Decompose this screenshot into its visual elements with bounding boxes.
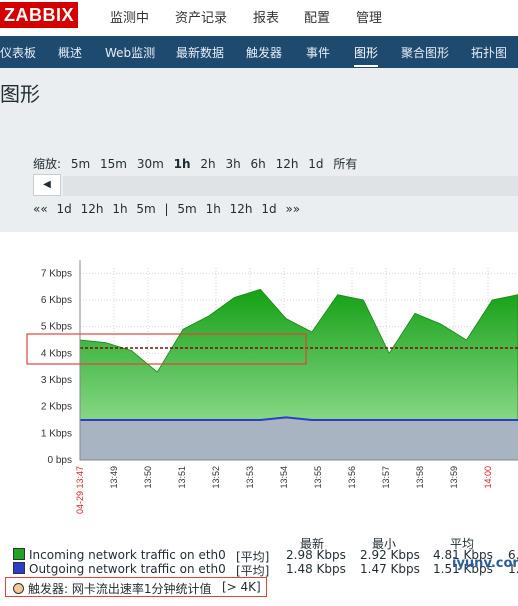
zoom-12h[interactable]: 12h [276,157,299,171]
zabbix-logo[interactable]: ZABBIX [0,2,78,28]
y-tick-label: 7 Kbps [41,268,72,279]
zoom-all[interactable]: 所有 [333,157,357,171]
scroll-left-button[interactable]: ◀ [33,174,61,196]
x-tick-label: 04-29 13:47 [75,466,85,514]
x-tick-label: 13:53 [245,466,255,489]
zoom-1h[interactable]: 1h [174,157,191,171]
period-separator: | [164,202,169,216]
zoom-15m[interactable]: 15m [100,157,127,171]
x-tick-label: 13:50 [143,466,153,489]
legend-row-trigger: 触发器: 网卡流出速率1分钟统计值 [13,580,212,597]
subnav-maps[interactable]: 拓扑图 [471,44,507,61]
menu-monitoring[interactable]: 监测中 [110,7,149,26]
subnav-events[interactable]: 事件 [306,44,330,61]
y-tick-label: 1 Kbps [41,428,72,439]
legend-min-outgoing: 1.47 Kbps [360,562,420,576]
legend-last-incoming: 2.98 Kbps [286,548,346,562]
x-tick-label: 13:55 [313,466,323,489]
y-tick-label: 2 Kbps [41,402,72,413]
title-bar: 图形 [0,68,518,120]
x-tick-label: 13:51 [177,466,187,489]
series-outgoing-area [80,417,518,460]
menu-configuration[interactable]: 配置 [304,7,330,26]
trigger-dot-icon [13,583,24,594]
zoom-30m[interactable]: 30m [137,157,164,171]
y-tick-label: 4 Kbps [41,348,72,359]
y-tick-label: 0 bps [48,455,72,466]
subnav-screens[interactable]: 聚合图形 [401,44,449,61]
y-tick-label: 6 Kbps [41,295,72,306]
period-back-1h[interactable]: 1h [112,202,127,216]
menu-reports[interactable]: 报表 [253,7,279,26]
subnav-triggers[interactable]: 触发器 [246,44,282,61]
zoom-label: 缩放: [33,157,62,171]
watermark: iyunv.com [452,556,518,571]
menu-inventory[interactable]: 资产记录 [175,7,227,26]
period-back-1d[interactable]: 1d [57,202,72,216]
legend-min-incoming: 2.92 Kbps [360,548,420,562]
y-tick-label: 5 Kbps [41,322,72,333]
legend-trigger-cond: [> 4K] [222,580,261,594]
period-fwd-1h[interactable]: 1h [206,202,221,216]
page-title: 图形 [0,82,40,106]
legend-trigger-label: 触发器: 网卡流出速率1分钟统计值 [28,582,212,596]
period-fwd-12h[interactable]: 12h [230,202,253,216]
x-tick-label: 13:58 [415,466,425,489]
legend-row-outgoing: Outgoing network traffic on eth0 [13,562,226,576]
x-tick-label: 13:56 [347,466,357,489]
x-tick-label: 13:49 [109,466,119,489]
period-fwd-1d[interactable]: 1d [261,202,276,216]
legend-name-outgoing: Outgoing network traffic on eth0 [29,562,226,576]
period-back-5m[interactable]: 5m [136,202,155,216]
period-fwd-5m[interactable]: 5m [177,202,196,216]
x-tick-label: 13:54 [279,466,289,489]
y-tick-label: 3 Kbps [41,375,72,386]
period-fwd-all[interactable]: »» [285,202,300,216]
legend-name-incoming: Incoming network traffic on eth0 [29,548,226,562]
x-tick-label: 13:52 [211,466,221,489]
legend-swatch-outgoing [13,562,25,574]
zoom-3h[interactable]: 3h [225,157,240,171]
legend-row-incoming: Incoming network traffic on eth0 [13,548,226,562]
legend-swatch-incoming [13,548,25,560]
subnav-latest-data[interactable]: 最新数据 [176,44,224,61]
x-tick-label: 14:00 [483,466,493,489]
zoom-6h[interactable]: 6h [251,157,266,171]
menu-administration[interactable]: 管理 [356,7,382,26]
top-bar: ZABBIX 监测中 资产记录 报表 配置 管理 [0,0,518,34]
zoom-2h[interactable]: 2h [200,157,215,171]
zoom-5m[interactable]: 5m [71,157,90,171]
period-row: «« 1d 12h 1h 5m | 5m 1h 12h 1d »» [33,202,305,216]
sub-navigation: 仪表板 概述 Web监测 最新数据 触发器 事件 图形 聚合图形 拓扑图 [0,36,518,68]
x-tick-label: 13:59 [449,466,459,489]
subnav-graphs[interactable]: 图形 [354,44,379,67]
x-tick-label: 13:57 [381,466,391,489]
zoom-row: 缩放: 5m 15m 30m 1h 2h 3h 6h 12h 1d 所有 [33,155,363,172]
subnav-web[interactable]: Web监测 [105,44,155,61]
subnav-dashboard[interactable]: 仪表板 [0,44,36,61]
timeline-scrollbar[interactable] [63,176,518,196]
period-back-12h[interactable]: 12h [81,202,104,216]
zoom-1d[interactable]: 1d [308,157,323,171]
period-back-all[interactable]: «« [33,202,48,216]
subnav-overview[interactable]: 概述 [58,44,82,61]
legend-last-outgoing: 1.48 Kbps [286,562,346,576]
